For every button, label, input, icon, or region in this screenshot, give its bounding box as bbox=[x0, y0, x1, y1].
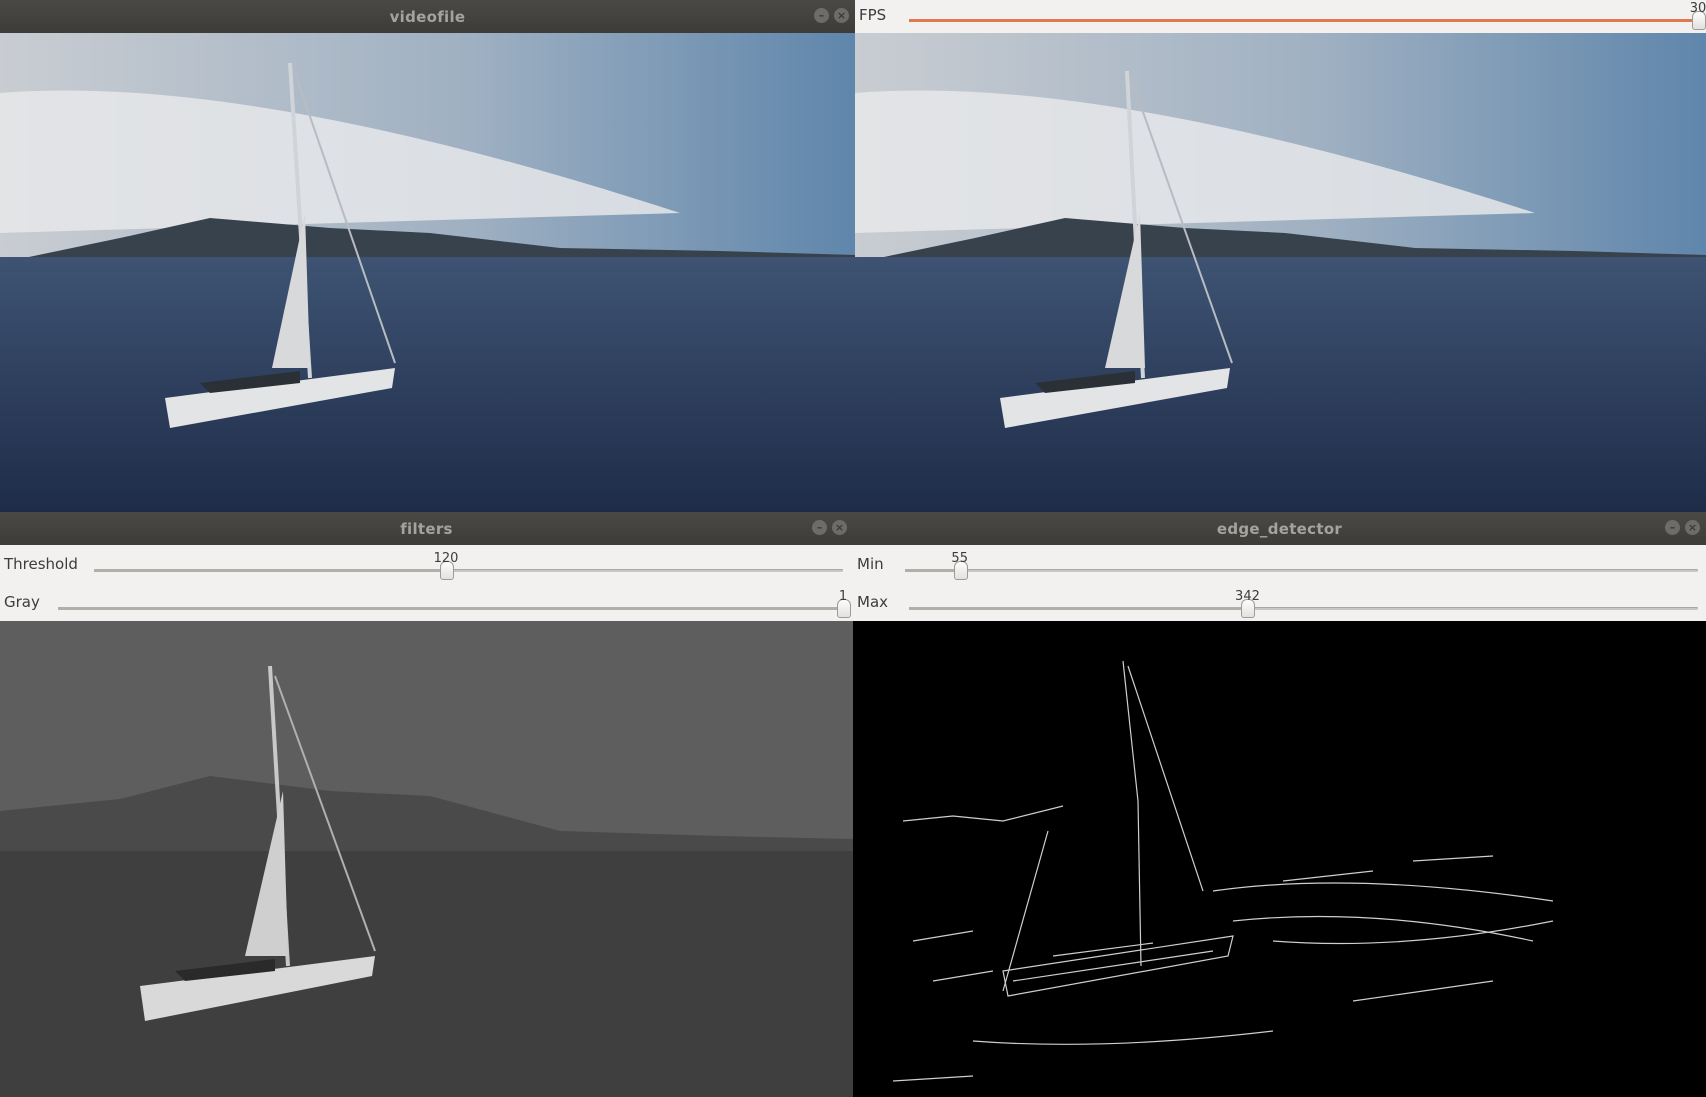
filters-titlebar[interactable]: filters – × bbox=[0, 512, 853, 545]
grayscale-sailboat-image bbox=[0, 621, 853, 1097]
close-icon[interactable]: × bbox=[832, 520, 847, 535]
edges-frame bbox=[853, 621, 1706, 1097]
threshold-label: Threshold bbox=[4, 555, 78, 573]
window-title: videofile bbox=[389, 7, 466, 26]
minimize-icon[interactable]: – bbox=[814, 8, 829, 23]
max-value: 342 bbox=[1235, 589, 1260, 604]
gray-value: 1 bbox=[838, 589, 848, 604]
edge-map-image bbox=[853, 621, 1706, 1097]
close-icon[interactable]: × bbox=[1685, 520, 1700, 535]
close-icon[interactable]: × bbox=[834, 8, 849, 23]
threshold-slider[interactable]: 120 bbox=[94, 551, 843, 580]
video-frame bbox=[0, 33, 855, 512]
max-slider[interactable]: 342 bbox=[909, 589, 1698, 618]
filtered-frame bbox=[0, 621, 853, 1097]
gray-label: Gray bbox=[4, 593, 40, 611]
fps-control: FPS 30 bbox=[855, 0, 1706, 33]
sailboat-preview-image bbox=[855, 33, 1706, 512]
fps-slider[interactable]: 30 bbox=[909, 1, 1706, 30]
gray-slider[interactable]: 1 bbox=[58, 589, 851, 618]
min-slider[interactable]: 55 bbox=[905, 551, 1698, 580]
minimize-icon[interactable]: – bbox=[1665, 520, 1680, 535]
preview-frame bbox=[855, 33, 1706, 512]
videofile-titlebar[interactable]: videofile – × bbox=[0, 0, 855, 33]
edge-detector-window: edge_detector – × Min 55 Max 342 bbox=[853, 512, 1706, 1097]
fps-value: 30 bbox=[1689, 1, 1706, 16]
videofile-window: videofile – × bbox=[0, 0, 855, 512]
fps-label: FPS bbox=[859, 6, 887, 24]
min-control: Min 55 bbox=[853, 545, 1706, 583]
min-label: Min bbox=[857, 555, 884, 573]
minimize-icon[interactable]: – bbox=[812, 520, 827, 535]
max-control: Max 342 bbox=[853, 583, 1706, 621]
window-title: edge_detector bbox=[1216, 519, 1343, 538]
preview-window: FPS 30 bbox=[855, 0, 1706, 512]
filters-window: filters – × Threshold 120 Gray 1 bbox=[0, 512, 853, 1097]
gray-control: Gray 1 bbox=[0, 583, 853, 621]
threshold-control: Threshold 120 bbox=[0, 545, 853, 583]
min-value: 55 bbox=[951, 551, 968, 566]
sailboat-image bbox=[0, 33, 855, 512]
threshold-value: 120 bbox=[433, 551, 459, 566]
window-title: filters bbox=[400, 519, 453, 538]
max-label: Max bbox=[857, 593, 889, 611]
edge-detector-titlebar[interactable]: edge_detector – × bbox=[853, 512, 1706, 545]
